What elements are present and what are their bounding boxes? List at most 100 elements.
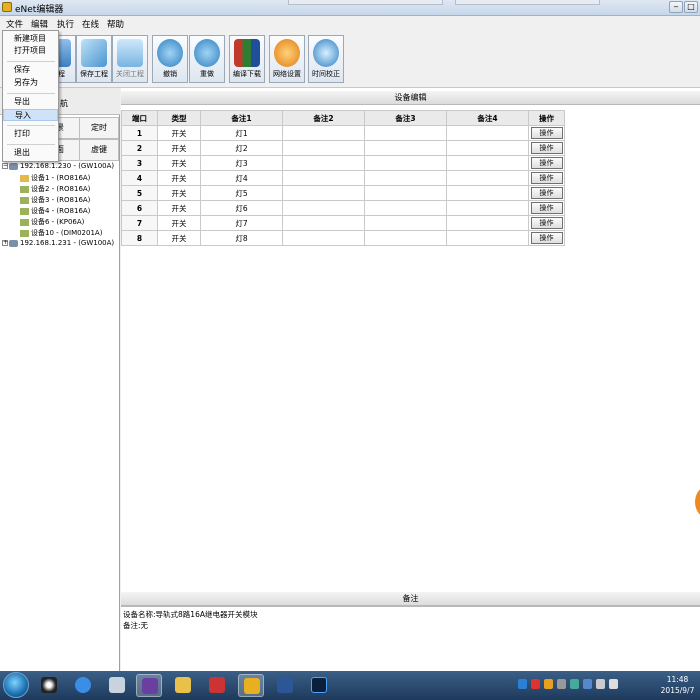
close-project-button[interactable]: 关闭工程 — [112, 35, 148, 83]
note4-cell[interactable] — [446, 140, 529, 156]
taskbar-explorer[interactable] — [170, 674, 196, 697]
menu-item-open-project[interactable]: 打开项目 — [3, 45, 58, 57]
note2-cell[interactable] — [282, 215, 365, 231]
operation-button[interactable]: 操作 — [530, 172, 563, 184]
tab-virtual-key[interactable]: 虚键 — [79, 139, 119, 161]
note1-cell[interactable]: 灯8 — [200, 230, 283, 246]
tree-node-device[interactable]: 设备6 - (KP06A) — [20, 217, 84, 227]
note3-cell[interactable] — [364, 185, 447, 201]
tray-icon[interactable] — [518, 679, 527, 689]
note1-cell[interactable]: 灯6 — [200, 200, 283, 216]
operation-button[interactable]: 操作 — [530, 187, 563, 199]
menu-item-export[interactable]: 导出 — [3, 96, 58, 108]
note4-cell[interactable] — [446, 215, 529, 231]
type-cell[interactable]: 开关 — [157, 185, 201, 201]
type-cell[interactable]: 开关 — [157, 125, 201, 141]
note4-cell[interactable] — [446, 200, 529, 216]
note3-cell[interactable] — [364, 125, 447, 141]
taskbar-app[interactable] — [136, 674, 162, 697]
tray-icon[interactable] — [531, 679, 540, 689]
note4-cell[interactable] — [446, 155, 529, 171]
taskbar-browser[interactable] — [70, 674, 96, 697]
menu-item-new-project[interactable]: 新建项目 — [3, 33, 58, 45]
undo-button[interactable]: 撤销 — [152, 35, 188, 83]
clock[interactable]: 11:48 2015/9/7 — [655, 674, 700, 696]
note1-cell[interactable]: 灯5 — [200, 185, 283, 201]
redo-button[interactable]: 重做 — [189, 35, 225, 83]
note3-cell[interactable] — [364, 230, 447, 246]
type-cell[interactable]: 开关 — [157, 140, 201, 156]
tab-timer[interactable]: 定时 — [79, 117, 119, 139]
tree-node-device[interactable]: 设备3 - (RO816A) — [20, 195, 90, 205]
note4-cell[interactable] — [446, 185, 529, 201]
type-cell[interactable]: 开关 — [157, 170, 201, 186]
time-sync-button[interactable]: 时间校正 — [308, 35, 344, 83]
tray-icon[interactable] — [570, 679, 579, 689]
compile-download-button[interactable]: 编译下载 — [229, 35, 265, 83]
tray-icon[interactable] — [583, 679, 592, 689]
tree-node-device[interactable]: 设备10 - (DIM0201A) — [20, 228, 102, 238]
note4-cell[interactable] — [446, 230, 529, 246]
tree-node-gateway[interactable]: − 192.168.1.230 - (GW100A) — [2, 162, 114, 170]
note1-cell[interactable]: 灯1 — [200, 125, 283, 141]
taskbar-qq[interactable] — [36, 674, 62, 697]
menu-item-exit[interactable]: 退出 — [3, 147, 58, 159]
operation-button[interactable]: 操作 — [530, 232, 563, 244]
tree-node-gateway[interactable]: + 192.168.1.231 - (GW100A) — [2, 239, 114, 247]
menu-edit[interactable]: 编辑 — [31, 18, 48, 30]
note2-cell[interactable] — [282, 170, 365, 186]
note1-cell[interactable]: 灯2 — [200, 140, 283, 156]
note3-cell[interactable] — [364, 215, 447, 231]
maximize-button[interactable]: □ — [684, 1, 698, 13]
start-button[interactable] — [3, 672, 29, 698]
operation-button[interactable]: 操作 — [530, 142, 563, 154]
note2-cell[interactable] — [282, 125, 365, 141]
type-cell[interactable]: 开关 — [157, 200, 201, 216]
note3-cell[interactable] — [364, 140, 447, 156]
tray-icon[interactable] — [557, 679, 566, 689]
network-tray-icon[interactable] — [596, 679, 605, 689]
taskbar-calculator[interactable] — [104, 674, 130, 697]
tree-node-device[interactable]: 设备1 - (RO816A) — [20, 173, 90, 183]
taskbar-cards[interactable] — [204, 674, 230, 697]
save-project-button[interactable]: 保存工程 — [76, 35, 112, 83]
menu-item-save-as[interactable]: 另存为 — [3, 77, 58, 89]
note1-cell[interactable]: 灯3 — [200, 155, 283, 171]
note4-cell[interactable] — [446, 125, 529, 141]
note3-cell[interactable] — [364, 170, 447, 186]
note1-cell[interactable]: 灯7 — [200, 215, 283, 231]
note3-cell[interactable] — [364, 155, 447, 171]
tree-node-device[interactable]: 设备4 - (RO816A) — [20, 206, 90, 216]
note1-cell[interactable]: 灯4 — [200, 170, 283, 186]
note2-cell[interactable] — [282, 155, 365, 171]
type-cell[interactable]: 开关 — [157, 215, 201, 231]
note2-cell[interactable] — [282, 200, 365, 216]
minimize-button[interactable]: ‒ — [669, 1, 683, 13]
menu-execute[interactable]: 执行 — [57, 18, 74, 30]
menu-online[interactable]: 在线 — [82, 18, 99, 30]
volume-tray-icon[interactable] — [609, 679, 618, 689]
menu-item-save[interactable]: 保存 — [3, 64, 58, 76]
operation-button[interactable]: 操作 — [530, 127, 563, 139]
operation-button[interactable]: 操作 — [530, 157, 563, 169]
note2-cell[interactable] — [282, 185, 365, 201]
taskbar-enet[interactable] — [238, 674, 264, 697]
note3-cell[interactable] — [364, 200, 447, 216]
taskbar-word[interactable] — [272, 674, 298, 697]
type-cell[interactable]: 开关 — [157, 230, 201, 246]
operation-button[interactable]: 操作 — [530, 202, 563, 214]
expand-icon[interactable]: + — [2, 240, 8, 246]
menu-file[interactable]: 文件 — [6, 18, 23, 30]
note2-cell[interactable] — [282, 140, 365, 156]
menu-item-print[interactable]: 打印 — [3, 128, 58, 140]
menu-item-import[interactable]: 导入 — [3, 109, 58, 121]
network-settings-button[interactable]: 网络设置 — [269, 35, 305, 83]
note2-cell[interactable] — [282, 230, 365, 246]
menu-help[interactable]: 帮助 — [107, 18, 124, 30]
tray-icon[interactable] — [544, 679, 553, 689]
type-cell[interactable]: 开关 — [157, 155, 201, 171]
collapse-icon[interactable]: − — [2, 163, 8, 169]
note4-cell[interactable] — [446, 170, 529, 186]
taskbar-photoshop[interactable] — [306, 674, 332, 697]
operation-button[interactable]: 操作 — [530, 217, 563, 229]
